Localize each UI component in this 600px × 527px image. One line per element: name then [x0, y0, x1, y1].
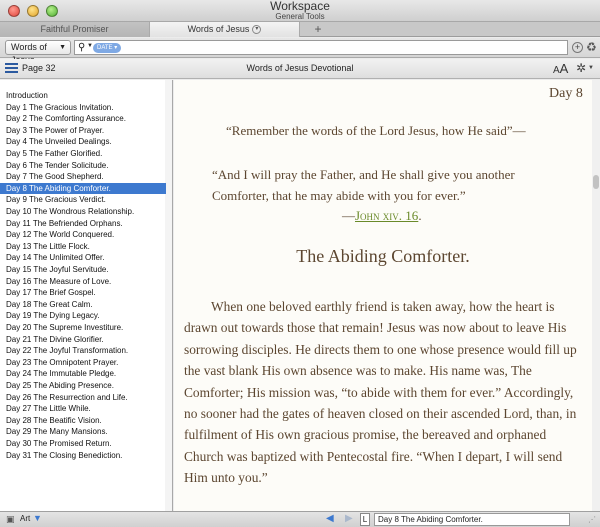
devotional-body: When one beloved earthly friend is taken… — [184, 299, 577, 486]
text-size-control[interactable]: AA — [553, 61, 568, 76]
sidebar-item[interactable]: Day 8 The Abiding Comforter. — [0, 182, 166, 195]
scripture-quote: “And I will pray the Father, and He shal… — [212, 167, 515, 203]
tab-bar: Faithful Promiser Words of Jesus ▾ + — [0, 22, 600, 37]
sidebar-item[interactable]: Day 16 The Measure of Love. — [0, 276, 166, 288]
date-chip-label: DATE — [97, 45, 113, 51]
reference-field[interactable]: Day 8 The Abiding Comforter. — [374, 513, 570, 526]
status-bar: ▣ Art ▼ ◀ ▶ L Day 8 The Abiding Comforte… — [0, 511, 600, 527]
sidebar-item[interactable]: Day 25 The Abiding Presence. — [0, 380, 166, 392]
tab-menu-icon[interactable]: ▾ — [252, 25, 262, 35]
resource-icon[interactable]: ▣ — [6, 514, 15, 525]
contents-sidebar: Introduction Day 1 The Gracious Invitatio… — [0, 80, 173, 511]
sidebar-item[interactable]: Day 19 The Dying Legacy. — [0, 310, 166, 322]
day-label: Day 8 — [549, 86, 583, 101]
resize-grip-icon[interactable]: ⋰ — [588, 515, 596, 524]
add-icon[interactable]: + — [572, 42, 583, 53]
content-scrollbar[interactable] — [592, 80, 600, 511]
scripture-reference: —John xiv. 16. — [342, 208, 422, 223]
sidebar-item[interactable]: Day 6 The Tender Solicitude. — [0, 160, 166, 172]
sidebar-item[interactable]: Day 15 The Joyful Servitude. — [0, 264, 166, 276]
quote-intro: “Remember the words of the Lord Jesus, h… — [226, 123, 526, 138]
resource-label[interactable]: Art — [20, 514, 30, 523]
sidebar-item[interactable]: Day 21 The Divine Glorifier. — [0, 334, 166, 346]
chevron-down-icon: ▼ — [588, 65, 594, 71]
search-icon[interactable]: ⚲ — [78, 42, 85, 53]
search-input[interactable] — [127, 41, 565, 54]
sidebar-item[interactable]: Day 30 The Promised Return. — [0, 438, 166, 450]
sidebar-item[interactable]: Day 13 The Little Flock. — [0, 241, 166, 253]
sidebar-item[interactable]: Day 20 The Supreme Investiture. — [0, 322, 166, 334]
gear-icon[interactable]: ✲ — [576, 61, 586, 75]
toolbar: Words of Jesus ▼ ⚲ ▼ DATE ▾ + ♻ — [0, 38, 600, 65]
sidebar-item[interactable]: Day 2 The Comforting Assurance. — [0, 113, 166, 125]
devotional-heading: The Abiding Comforter. — [296, 246, 470, 266]
sidebar-item[interactable]: Day 1 The Gracious Invitation. — [0, 102, 166, 114]
window-subtitle: General Tools — [275, 12, 325, 21]
add-tab-button[interactable]: + — [300, 22, 336, 37]
forward-arrow-icon[interactable]: ▶ — [345, 513, 353, 524]
sidebar-item[interactable]: Day 18 The Great Calm. — [0, 299, 166, 311]
tab-faithful-promiser[interactable]: Faithful Promiser — [0, 22, 150, 37]
sidebar-item[interactable]: Day 23 The Omnipotent Prayer. — [0, 357, 166, 369]
sidebar-item[interactable]: Introduction — [0, 90, 166, 102]
sidebar-item[interactable]: Day 22 The Joyful Transformation. — [0, 345, 166, 357]
resource-select[interactable]: Words of Jesus ▼ — [5, 40, 71, 65]
title-bar: Workspace General Tools — [0, 0, 600, 22]
sidebar-item[interactable]: Day 7 The Good Shepherd. — [0, 171, 166, 183]
sidebar-item[interactable]: Day 3 The Power of Prayer. — [0, 125, 166, 137]
sidebar-item[interactable]: Day 4 The Unveiled Dealings. — [0, 136, 166, 148]
sidebar-item[interactable]: Day 29 The Many Mansions. — [0, 426, 166, 438]
scroll-thumb[interactable] — [593, 175, 599, 189]
sidebar-item[interactable]: Day 9 The Gracious Verdict. — [0, 194, 166, 206]
chevron-down-icon[interactable]: ▼ — [33, 513, 42, 523]
search-box[interactable]: ⚲ ▼ DATE ▾ — [74, 40, 568, 55]
sidebar-item[interactable]: Day 17 The Brief Gospel. — [0, 287, 166, 299]
sidebar-item[interactable]: Day 26 The Resurrection and Life. — [0, 392, 166, 404]
reading-pane: Day 8 “Remember the words of the Lord Je… — [174, 80, 600, 511]
tab-label: Faithful Promiser — [40, 24, 109, 34]
sidebar-item[interactable]: Day 28 The Beatific Vision. — [0, 415, 166, 427]
sidebar-item[interactable]: Day 12 The World Conquered. — [0, 229, 166, 241]
sidebar-item[interactable]: Day 5 The Father Glorified. — [0, 148, 166, 160]
link-icon[interactable]: L — [360, 513, 370, 526]
tab-words-of-jesus[interactable]: Words of Jesus ▾ — [150, 22, 300, 37]
sidebar-item[interactable]: Day 14 The Unlimited Offer. — [0, 252, 166, 264]
tab-label: Words of Jesus — [187, 24, 250, 34]
sidebar-item[interactable]: Day 27 The Little While. — [0, 403, 166, 415]
date-chip[interactable]: DATE ▾ — [93, 43, 121, 53]
back-arrow-icon[interactable]: ◀ — [326, 513, 334, 524]
panel-header: Page 32 Words of Jesus Devotional AA ✲ ▼ — [0, 59, 600, 79]
sidebar-scrollbar[interactable] — [165, 80, 172, 511]
panel-title: Words of Jesus Devotional — [246, 63, 354, 73]
chevron-down-icon: ▼ — [59, 44, 66, 51]
sidebar-item[interactable]: Day 24 The Immutable Pledge. — [0, 368, 166, 380]
sync-icon[interactable]: ♻ — [586, 40, 597, 54]
sidebar-item[interactable]: Day 11 The Befriended Orphans. — [0, 218, 166, 230]
sidebar-item[interactable]: Day 31 The Closing Benediction. — [0, 450, 166, 462]
sidebar-item[interactable]: Day 10 The Wondrous Relationship. — [0, 206, 166, 218]
scripture-link[interactable]: John xiv. 16 — [355, 208, 418, 223]
